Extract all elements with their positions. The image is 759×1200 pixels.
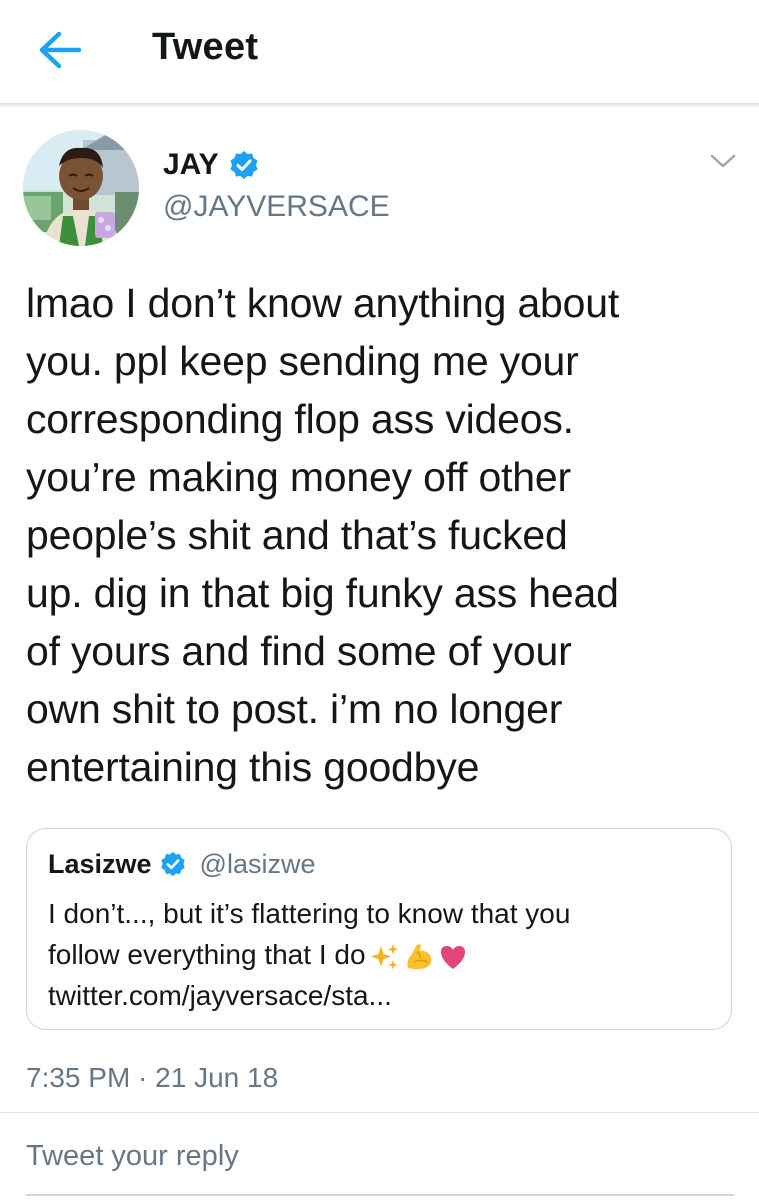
author-row[interactable]: JAY — [163, 145, 259, 185]
quoted-text-line: I don’t..., but it’s flattering to know … — [48, 898, 571, 929]
page-title: Tweet — [152, 26, 259, 68]
tweet-text: lmao I don’t know anything about you. pp… — [26, 280, 620, 790]
quoted-link[interactable]: twitter.com/jayversace/sta... — [48, 975, 708, 1016]
quoted-text-line-2: follow everything that I do — [48, 939, 366, 970]
reply-input-underline — [26, 1194, 734, 1196]
emoji-group — [370, 942, 468, 972]
heart-icon — [440, 945, 465, 969]
back-button[interactable] — [32, 25, 88, 75]
reply-input[interactable]: Tweet your reply — [26, 1140, 734, 1188]
quoted-text-line: follow everything that I do — [48, 934, 708, 975]
quoted-tweet-text: I don’t..., but it’s flattering to know … — [48, 893, 708, 1016]
author-handle[interactable]: @JAYVERSACE — [163, 190, 390, 224]
flexed-biceps-icon — [407, 943, 431, 969]
sparkles-icon — [370, 943, 398, 970]
quoted-author-name: Lasizwe — [48, 848, 152, 879]
more-options-button[interactable] — [706, 148, 740, 174]
author-name: JAY — [163, 148, 219, 181]
quoted-tweet-card[interactable]: Lasizwe @lasizwe I don’t..., but it’s fl… — [26, 828, 732, 1030]
quoted-tweet-header: Lasizwe @lasizwe — [48, 847, 315, 881]
quoted-author-handle: @lasizwe — [199, 848, 316, 879]
tweet-timestamp[interactable]: 7:35 PM · 21 Jun 18 — [26, 1062, 278, 1094]
divider — [0, 1112, 759, 1113]
verified-badge-icon — [160, 851, 185, 877]
tweet-detail-page: Tweet JAY @JAYVERSACE lmao I don’t know … — [0, 0, 759, 1200]
top-app-bar: Tweet — [0, 0, 759, 104]
avatar[interactable] — [23, 130, 139, 246]
header-divider — [0, 103, 759, 108]
verified-badge-icon — [230, 151, 258, 179]
arrow-left-icon — [39, 31, 82, 69]
chevron-down-icon — [710, 154, 736, 168]
avatar-image — [23, 130, 139, 246]
